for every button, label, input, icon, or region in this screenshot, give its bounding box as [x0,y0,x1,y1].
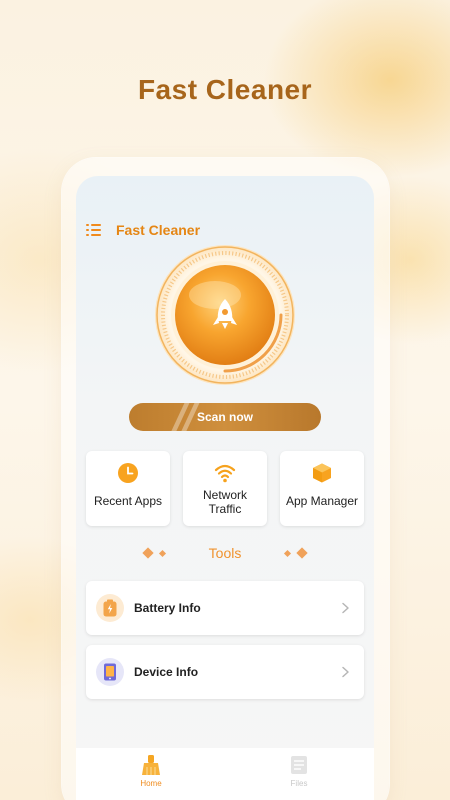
chevron-right-icon [342,602,349,614]
broom-icon [142,755,160,775]
tools-heading: Tools [208,545,242,561]
diamond-icon [158,549,166,557]
battery-info-item[interactable]: Battery Info [86,581,364,635]
scan-now-button[interactable]: Scan now [129,403,321,431]
nav-files-label: Files [290,779,308,788]
device-info-label: Device Info [134,665,199,679]
quick-actions: Recent Apps Network Traffic App Manager [86,451,364,526]
files-icon [291,756,307,774]
network-traffic-card[interactable]: Network Traffic [183,451,267,526]
network-traffic-label: Network Traffic [202,488,247,516]
rocket-icon [213,299,237,329]
phone-icon [96,658,124,686]
chevron-right-icon [342,666,349,678]
recent-apps-card[interactable]: Recent Apps [86,451,170,526]
app-manager-label: App Manager [285,494,359,508]
nav-home-label: Home [140,779,162,788]
diamond-icon [284,549,292,557]
app-title: Fast Cleaner [116,222,201,238]
nav-home[interactable]: Home [121,754,181,794]
box-icon [313,463,331,483]
clock-icon [118,463,138,483]
app-manager-card[interactable]: App Manager [280,451,364,526]
scan-now-label: Scan now [196,410,253,424]
bottom-nav: Home Files [76,748,374,800]
diamond-icon [141,547,154,559]
nav-files[interactable]: Files [269,754,329,794]
tools-heading-row: Tools [76,542,374,564]
menu-icon[interactable] [86,224,101,236]
battery-icon [96,594,124,622]
app-screen: Fast Cleaner Scan now Recent Apps Networ… [76,176,374,800]
recent-apps-label: Recent Apps [93,494,163,508]
device-info-item[interactable]: Device Info [86,645,364,699]
app-header: Fast Cleaner [86,220,200,240]
battery-info-label: Battery Info [134,601,201,615]
diamond-icon [296,547,309,559]
hero-title: Fast Cleaner [137,74,313,105]
wifi-icon [214,464,236,483]
